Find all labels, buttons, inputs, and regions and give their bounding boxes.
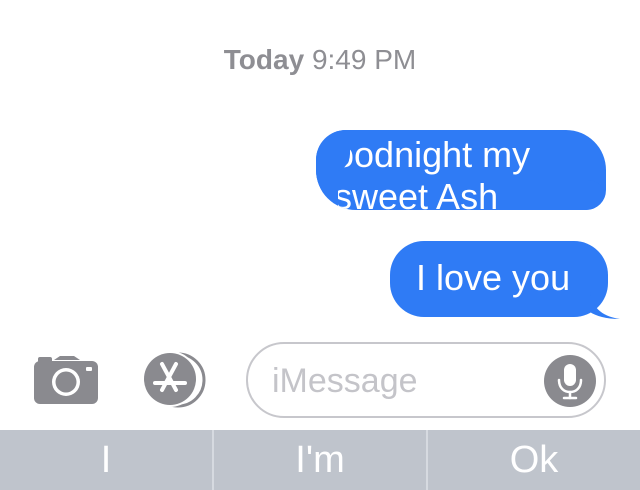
bubble-tail <box>590 292 620 319</box>
redaction-scribble <box>496 180 606 210</box>
timestamp-day: Today <box>223 44 305 75</box>
message-input-field[interactable] <box>246 342 606 418</box>
conversation-timestamp: Today 9:49 PM <box>0 44 640 76</box>
quicktype-bar: I I'm Ok <box>0 430 640 490</box>
app-store-button[interactable] <box>138 350 216 408</box>
suggestion-item[interactable]: Ok <box>426 430 640 490</box>
suggestion-item[interactable]: I <box>0 430 212 490</box>
microphone-icon <box>557 364 583 400</box>
message-text: I love you <box>416 257 571 298</box>
messages-screen: Today 9:49 PM oodnight my sweet Ash I lo… <box>0 0 640 490</box>
redaction-scribble <box>316 168 338 210</box>
imessage-input[interactable] <box>270 358 534 404</box>
camera-button[interactable] <box>32 354 100 406</box>
redaction-scribble <box>316 130 350 172</box>
camera-icon <box>34 356 98 404</box>
suggestion-item[interactable]: I'm <box>212 430 426 490</box>
app-store-icon <box>142 351 206 408</box>
compose-bar <box>0 340 640 426</box>
dictation-button[interactable] <box>544 355 596 407</box>
timestamp-time: 9:49 PM <box>311 44 417 75</box>
message-bubble-outgoing[interactable]: I love you <box>390 241 608 317</box>
message-bubble-outgoing[interactable]: oodnight my sweet Ash <box>316 130 606 210</box>
